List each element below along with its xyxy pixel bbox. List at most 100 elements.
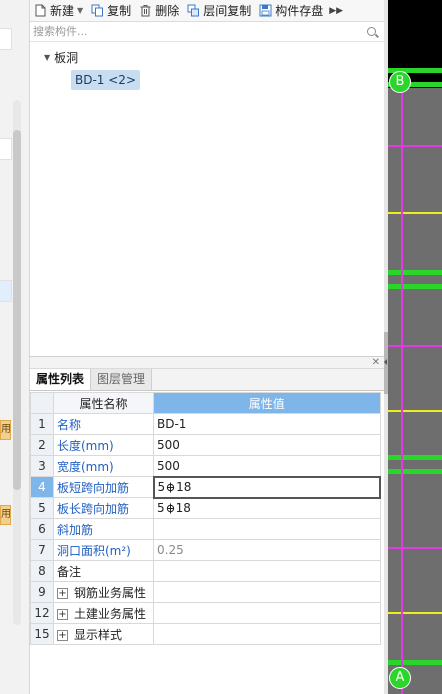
row-number-header xyxy=(30,392,54,414)
search-bar xyxy=(30,22,384,42)
property-value xyxy=(153,581,381,603)
tree-item-selected[interactable]: BD-1 <2> xyxy=(71,70,140,90)
table-row-group[interactable]: 12 + 土建业务属性 xyxy=(30,602,381,624)
property-value[interactable]: 5 18 xyxy=(153,497,381,519)
new-file-icon xyxy=(35,4,46,17)
left-panel-scrollbar[interactable] xyxy=(13,100,21,625)
property-value[interactable] xyxy=(153,518,381,540)
green-beam-line xyxy=(388,455,442,460)
expand-plus-icon[interactable]: + xyxy=(57,587,68,599)
left-side-panel: 用 用 xyxy=(0,0,30,694)
left-panel-badge[interactable]: 用 xyxy=(0,505,11,525)
property-group-name: + 显示样式 xyxy=(53,623,154,645)
caret-down-icon[interactable]: ▼ xyxy=(44,53,50,62)
floor-copy-button[interactable]: 层间复制 xyxy=(183,0,255,21)
row-number: 8 xyxy=(30,560,54,582)
copy-button[interactable]: 复制 xyxy=(87,0,135,21)
property-value xyxy=(153,623,381,645)
row-number: 3 xyxy=(30,455,54,477)
search-icon[interactable] xyxy=(367,27,376,36)
property-name: 斜加筋 xyxy=(53,518,154,540)
canvas-drawing[interactable] xyxy=(388,0,442,694)
magenta-rebar-line xyxy=(388,547,442,549)
row-number: 7 xyxy=(30,539,54,561)
yellow-rebar-line xyxy=(388,212,442,214)
green-beam-line xyxy=(388,469,442,474)
table-row[interactable]: 7 洞口面积(m²) 0.25 xyxy=(30,539,381,561)
property-name: 宽度(mm) xyxy=(53,455,154,477)
table-row[interactable]: 3 宽度(mm) 500 xyxy=(30,455,381,477)
property-name: 备注 xyxy=(53,560,154,582)
yellow-rebar-line xyxy=(388,612,442,614)
table-row-group[interactable]: 9 + 钢筋业务属性 xyxy=(30,581,381,603)
left-panel-item[interactable] xyxy=(0,28,12,50)
more-icon[interactable]: ▶▶ xyxy=(329,6,343,16)
property-value[interactable]: BD-1 xyxy=(153,413,381,435)
table-row[interactable]: 6 斜加筋 xyxy=(30,518,381,540)
table-row[interactable]: 2 长度(mm) 500 xyxy=(30,434,381,456)
row-number: 12 xyxy=(30,602,54,624)
property-group-name: + 钢筋业务属性 xyxy=(53,581,154,603)
row-number: 1 xyxy=(30,413,54,435)
component-tree: ▼ 板洞 BD-1 <2> xyxy=(30,42,384,352)
row-number: 6 xyxy=(30,518,54,540)
scrollbar-thumb[interactable] xyxy=(13,130,21,490)
property-value[interactable] xyxy=(153,560,381,582)
slab-region xyxy=(388,88,442,694)
tab-layer-management[interactable]: 图层管理 xyxy=(91,369,153,390)
table-row-group[interactable]: 15 + 显示样式 xyxy=(30,623,381,645)
column-header-name: 属性名称 xyxy=(53,392,154,414)
row-number: 4 xyxy=(30,476,54,498)
save-component-icon xyxy=(259,4,272,17)
property-group-name: + 土建业务属性 xyxy=(53,602,154,624)
left-panel-badge[interactable]: 用 xyxy=(0,420,11,440)
rebar-grade-icon xyxy=(166,482,175,493)
property-name: 板长跨向加筋 xyxy=(53,497,154,519)
column-header-value: 属性值 xyxy=(153,392,381,414)
expand-plus-icon[interactable]: + xyxy=(57,608,68,620)
drawing-canvas[interactable]: B A xyxy=(388,0,442,694)
row-number: 9 xyxy=(30,581,54,603)
table-row[interactable]: 8 备注 xyxy=(30,560,381,582)
table-row[interactable]: 5 板长跨向加筋 5 18 xyxy=(30,497,381,519)
delete-button[interactable]: 删除 xyxy=(135,0,183,21)
new-button[interactable]: 新建 ▼ xyxy=(30,0,87,21)
trash-icon xyxy=(140,5,151,17)
component-toolbar: 新建 ▼ 复制 删除 层间复制 构件存盘 ▶▶ xyxy=(30,0,386,22)
left-panel-item-selected[interactable] xyxy=(0,280,12,302)
axis-badge-top: B xyxy=(389,71,411,93)
property-value[interactable]: 500 xyxy=(153,434,381,456)
row-number: 5 xyxy=(30,497,54,519)
property-value-editor[interactable]: 5 18 xyxy=(152,475,381,499)
yellow-rebar-line xyxy=(388,410,442,412)
magenta-rebar-line xyxy=(388,145,442,147)
property-name: 板短跨向加筋 xyxy=(53,476,154,498)
search-input[interactable] xyxy=(33,22,353,40)
panel-header xyxy=(30,357,384,369)
row-number: 15 xyxy=(30,623,54,645)
table-row[interactable]: 1 名称 BD-1 xyxy=(30,413,381,435)
properties-table: 属性名称 属性值 1 名称 BD-1 2 长度(mm) 500 3 宽度(mm) xyxy=(30,392,381,645)
rebar-grade-icon xyxy=(166,503,174,514)
property-value[interactable]: 500 xyxy=(153,455,381,477)
tree-node-category[interactable]: ▼ 板洞 xyxy=(44,49,78,66)
left-panel-item[interactable] xyxy=(0,138,12,160)
copy-icon xyxy=(91,4,104,17)
green-beam-line xyxy=(388,660,442,665)
axis-badge-bottom: A xyxy=(389,667,411,689)
properties-tabs: 属性列表 图层管理 xyxy=(30,369,384,391)
expand-plus-icon[interactable]: + xyxy=(57,629,68,641)
magenta-rebar-line xyxy=(388,345,442,347)
tab-property-list[interactable]: 属性列表 xyxy=(30,369,92,390)
save-component-button[interactable]: 构件存盘 xyxy=(255,0,327,21)
green-beam-line xyxy=(388,284,442,289)
property-name: 名称 xyxy=(53,413,154,435)
app-window: 用 用 新建 ▼ 复制 删除 层间复制 构件存盘 ▶▶ 搜索构件... ▼ 板洞… xyxy=(0,0,442,694)
green-beam-line xyxy=(388,270,442,275)
property-name: 长度(mm) xyxy=(53,434,154,456)
chevron-down-icon[interactable]: ▼ xyxy=(77,6,83,15)
close-icon[interactable]: ✕ xyxy=(372,357,380,368)
table-row-active[interactable]: 4 板短跨向加筋 5 18 xyxy=(30,475,381,499)
floor-copy-icon xyxy=(187,4,200,17)
properties-panel: ✕ 属性列表 图层管理 属性名称 属性值 1 名称 BD-1 2 长度(mm) … xyxy=(30,356,384,694)
